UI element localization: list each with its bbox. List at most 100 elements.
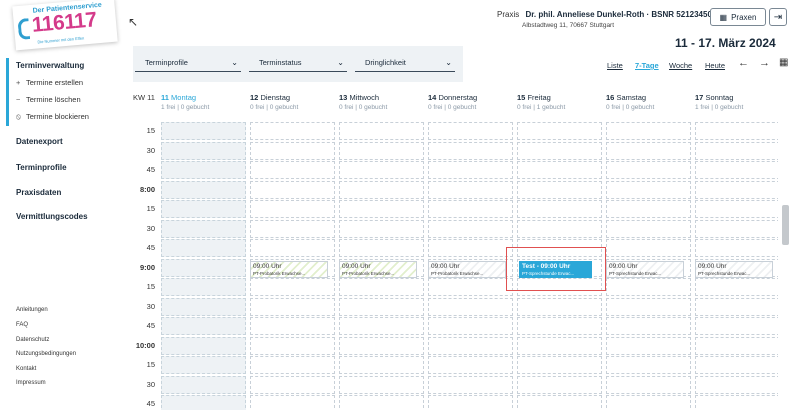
- appointment-slot[interactable]: 09:00 Uhr PT-Probatorik Erwachse...: [339, 260, 417, 278]
- time-slot[interactable]: [695, 161, 778, 179]
- time-slot[interactable]: [339, 161, 424, 179]
- view-7-tage[interactable]: 7-Tage: [635, 61, 659, 70]
- time-slot[interactable]: [161, 297, 246, 316]
- next-arrow-icon[interactable]: →: [759, 57, 770, 69]
- time-slot[interactable]: [161, 180, 246, 199]
- logout-button[interactable]: ⇥: [769, 8, 787, 26]
- time-slot[interactable]: [695, 239, 778, 257]
- time-slot[interactable]: [695, 356, 778, 374]
- time-slot[interactable]: [606, 239, 691, 257]
- time-slot[interactable]: [606, 200, 691, 218]
- time-slot[interactable]: [517, 200, 602, 218]
- time-slot[interactable]: [250, 122, 335, 140]
- sidebar-item-terminprofile[interactable]: Terminprofile: [16, 163, 67, 172]
- appointment-slot[interactable]: 09:00 Uhr PT-Probatorik Erwachse...: [250, 260, 328, 278]
- time-slot[interactable]: [606, 395, 691, 410]
- time-slot[interactable]: [161, 278, 246, 296]
- time-slot[interactable]: [428, 239, 513, 257]
- time-slot[interactable]: [250, 141, 335, 160]
- terminprofile-select[interactable]: Terminprofile ⌄: [135, 56, 241, 72]
- time-slot[interactable]: [250, 161, 335, 179]
- patientenservice-logo[interactable]: Der Patientenservice 116117 Die Nummer m…: [12, 0, 118, 51]
- time-slot[interactable]: [428, 200, 513, 218]
- footer-link-anleitungen[interactable]: Anleitungen: [16, 307, 48, 313]
- time-slot[interactable]: [606, 180, 691, 199]
- sidebar-item-vermittlungscodes[interactable]: Vermittlungscodes: [16, 212, 88, 221]
- time-slot[interactable]: [161, 356, 246, 374]
- time-slot[interactable]: [250, 180, 335, 199]
- time-slot[interactable]: [428, 141, 513, 160]
- time-slot[interactable]: [428, 375, 513, 394]
- time-slot[interactable]: [161, 395, 246, 410]
- time-slot[interactable]: [695, 297, 778, 316]
- time-slot[interactable]: [695, 278, 778, 296]
- time-slot[interactable]: [161, 219, 246, 238]
- time-slot[interactable]: [339, 122, 424, 140]
- time-slot[interactable]: [161, 161, 246, 179]
- time-slot[interactable]: [517, 161, 602, 179]
- time-slot[interactable]: [428, 161, 513, 179]
- time-slot[interactable]: [339, 239, 424, 257]
- time-slot[interactable]: [695, 219, 778, 238]
- time-slot[interactable]: [428, 336, 513, 355]
- time-slot[interactable]: [517, 317, 602, 335]
- time-slot[interactable]: [606, 297, 691, 316]
- time-slot[interactable]: [428, 317, 513, 335]
- time-slot[interactable]: [428, 356, 513, 374]
- footer-link-impressum[interactable]: Impressum: [16, 380, 46, 386]
- time-slot[interactable]: [428, 395, 513, 410]
- time-slot[interactable]: [250, 375, 335, 394]
- time-slot[interactable]: [695, 180, 778, 199]
- appointment-slot[interactable]: 09:00 Uhr PT-Sprechstunde Erwac...: [606, 260, 684, 278]
- time-slot[interactable]: [606, 375, 691, 394]
- time-slot[interactable]: [517, 336, 602, 355]
- time-slot[interactable]: [161, 200, 246, 218]
- time-slot[interactable]: [606, 122, 691, 140]
- appointment-slot[interactable]: 09:00 Uhr PT-Probatorik Erwachse...: [428, 260, 506, 278]
- time-slot[interactable]: [606, 161, 691, 179]
- view-heute[interactable]: Heute: [705, 61, 725, 70]
- time-slot[interactable]: [517, 180, 602, 199]
- time-slot[interactable]: [606, 317, 691, 335]
- time-slot[interactable]: [428, 297, 513, 316]
- praxen-button[interactable]: ▦ Praxen: [710, 8, 766, 26]
- terminstatus-select[interactable]: Terminstatus ⌄: [249, 56, 347, 72]
- time-slot[interactable]: [695, 336, 778, 355]
- time-slot[interactable]: [339, 180, 424, 199]
- time-slot[interactable]: [517, 375, 602, 394]
- time-slot[interactable]: [695, 200, 778, 218]
- time-slot[interactable]: [428, 180, 513, 199]
- dringlichkeit-select[interactable]: Dringlichkeit ⌄: [355, 56, 455, 72]
- time-slot[interactable]: [250, 336, 335, 355]
- time-slot[interactable]: [428, 122, 513, 140]
- sidebar-item-termine-blockieren[interactable]: ⦸ Termine blockieren: [16, 112, 89, 122]
- time-slot[interactable]: [517, 122, 602, 140]
- view-woche[interactable]: Woche: [669, 61, 692, 70]
- calendar-icon[interactable]: ▦: [779, 57, 788, 68]
- sidebar-item-terminverwaltung[interactable]: Terminverwaltung: [16, 61, 84, 70]
- time-slot[interactable]: [161, 122, 246, 140]
- footer-link-faq[interactable]: FAQ: [16, 322, 28, 328]
- time-slot[interactable]: [250, 200, 335, 218]
- time-slot[interactable]: [339, 297, 424, 316]
- previous-arrow-icon[interactable]: ←: [738, 57, 749, 69]
- time-slot[interactable]: [695, 375, 778, 394]
- time-slot[interactable]: [250, 239, 335, 257]
- time-slot[interactable]: [339, 200, 424, 218]
- time-slot[interactable]: [606, 356, 691, 374]
- time-slot[interactable]: [339, 219, 424, 238]
- time-slot[interactable]: [695, 122, 778, 140]
- time-slot[interactable]: [339, 356, 424, 374]
- time-slot[interactable]: [250, 317, 335, 335]
- time-slot[interactable]: [161, 336, 246, 355]
- time-slot[interactable]: [695, 317, 778, 335]
- time-slot[interactable]: [695, 141, 778, 160]
- time-slot[interactable]: [250, 219, 335, 238]
- time-slot[interactable]: [339, 278, 424, 296]
- sidebar-item-datenexport[interactable]: Datenexport: [16, 137, 63, 146]
- time-slot[interactable]: [695, 395, 778, 410]
- sidebar-item-termine-loeschen[interactable]: − Termine löschen: [16, 95, 81, 104]
- time-slot[interactable]: [517, 141, 602, 160]
- footer-link-nutzungsbedingungen[interactable]: Nutzungsbedingungen: [16, 351, 76, 357]
- time-slot[interactable]: [339, 395, 424, 410]
